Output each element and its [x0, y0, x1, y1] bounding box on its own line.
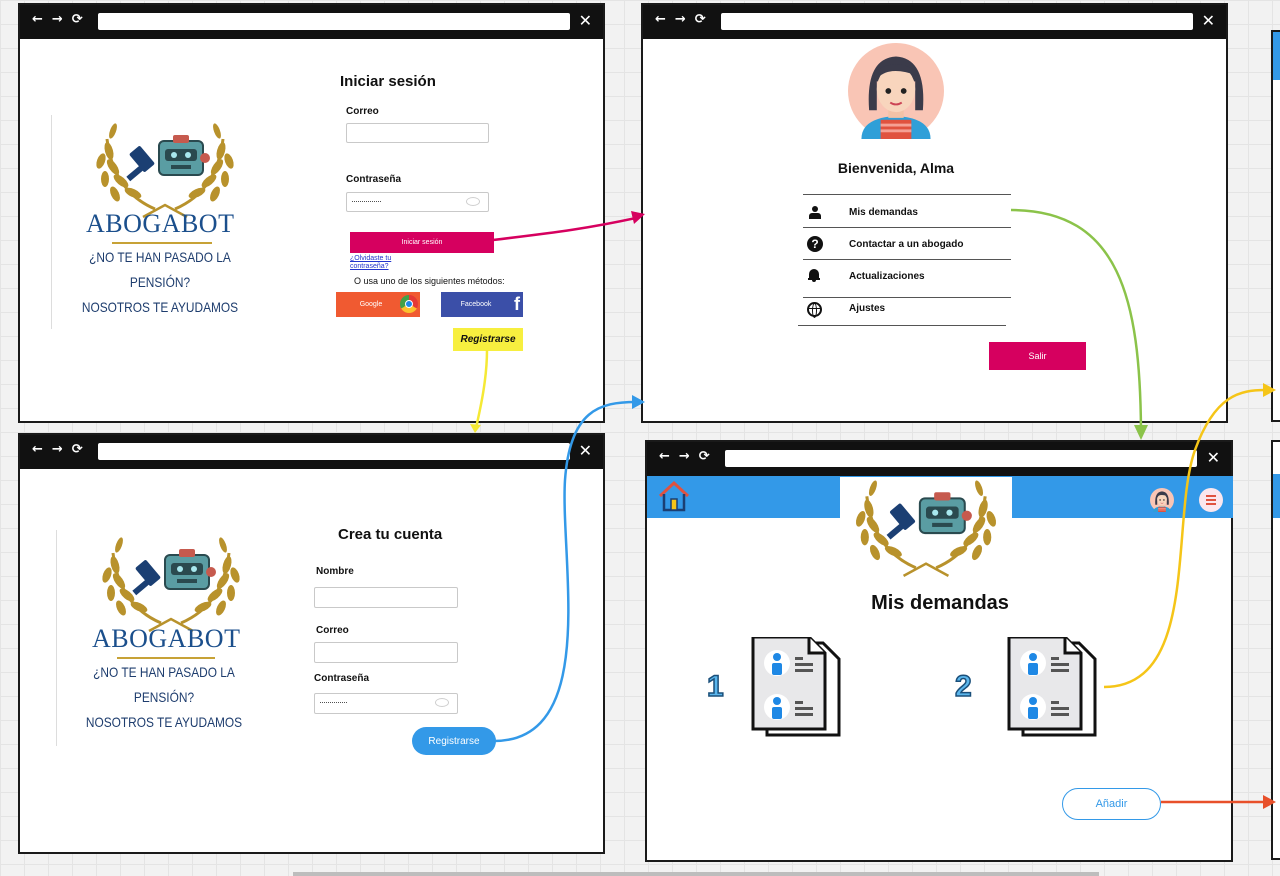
- arrow-login-to-profile: [492, 216, 637, 242]
- arrow-signup-to-profile: [493, 400, 637, 743]
- arrow-demanda-to-next: [1103, 388, 1267, 689]
- arrow-register-note-to-signup: [474, 349, 489, 429]
- horizontal-scrollbar[interactable]: [293, 872, 1099, 876]
- flow-arrows: [470, 208, 1276, 809]
- arrow-menu-to-demandas: [1010, 208, 1143, 431]
